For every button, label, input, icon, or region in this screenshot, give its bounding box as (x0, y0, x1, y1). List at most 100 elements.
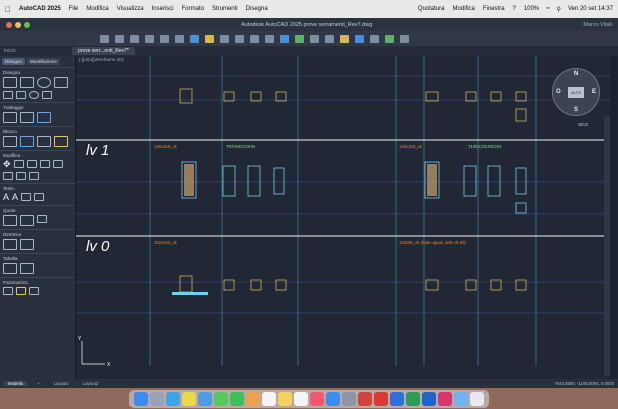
wcs-menu[interactable]: WCS (578, 122, 588, 127)
hatch-tool-icon[interactable] (42, 91, 52, 99)
menu-visualizza[interactable]: Visualizza (117, 6, 144, 12)
mail-icon[interactable] (198, 391, 212, 406)
section-header[interactable]: Parametrico (3, 280, 72, 285)
calendar-icon[interactable] (262, 391, 276, 406)
section-header[interactable]: Modifica (3, 153, 72, 158)
downloads-folder-icon[interactable] (454, 391, 468, 406)
match-properties-icon[interactable] (220, 34, 229, 43)
layer-isolate-icon[interactable] (235, 34, 244, 43)
search-icon[interactable]: ⚲ (557, 6, 561, 13)
menu-disegna[interactable]: Disegna (246, 6, 268, 12)
create-block-icon[interactable] (20, 136, 34, 147)
rotate-icon[interactable] (13, 160, 24, 168)
minimize-window-button[interactable] (15, 21, 21, 28)
lineweight-icon[interactable] (295, 34, 304, 43)
finder-icon[interactable] (134, 391, 148, 406)
photos-icon[interactable] (246, 391, 260, 406)
app-menu[interactable]: AutoCAD 2025 (19, 6, 61, 12)
view-icon[interactable] (385, 34, 394, 43)
aligned-dimension-icon[interactable] (20, 215, 34, 226)
boundary-icon[interactable] (37, 112, 51, 123)
mtext-icon[interactable]: A (3, 193, 9, 202)
layer-state-icon[interactable] (205, 34, 214, 43)
gradient-icon[interactable] (20, 112, 34, 123)
group-icon[interactable] (340, 34, 349, 43)
stretch-icon[interactable] (16, 172, 26, 180)
tab-layout1[interactable]: Layout1 (50, 381, 73, 386)
rectangle-icon[interactable] (54, 77, 68, 88)
close-window-button[interactable] (6, 21, 12, 28)
section-header[interactable]: Quote (3, 208, 72, 213)
mirror-icon[interactable] (52, 160, 63, 168)
dimensional-constraint-icon[interactable] (29, 287, 39, 295)
table-icon[interactable] (3, 263, 17, 274)
dimension-style-icon[interactable] (37, 215, 47, 223)
properties-icon[interactable] (400, 34, 409, 43)
view-cube[interactable]: N S E O ALTO (552, 68, 600, 116)
block-insert-icon[interactable] (325, 34, 334, 43)
save-icon[interactable] (130, 34, 139, 43)
menu-finestra[interactable]: Finestra (483, 6, 505, 12)
word-icon[interactable] (390, 391, 404, 406)
menu-quotatura[interactable]: Quotatura (418, 6, 445, 12)
section-header[interactable]: Direttrice (3, 232, 72, 237)
measure-icon[interactable] (355, 34, 364, 43)
attribute-icon[interactable] (54, 136, 68, 147)
autocad-icon[interactable] (358, 391, 372, 406)
leader-align-icon[interactable] (20, 239, 34, 250)
tab-home[interactable]: Inizio (0, 48, 72, 54)
spline-icon[interactable] (16, 91, 26, 99)
line-icon[interactable] (3, 77, 17, 88)
menu-inserisci[interactable]: Inserisci (152, 6, 174, 12)
tab-document[interactable]: prove serr...enti_Rev7* (72, 47, 135, 55)
wifi-icon[interactable]: ≈ (546, 6, 549, 12)
ellipse-icon[interactable] (29, 91, 39, 99)
compass-west[interactable]: O (556, 89, 561, 95)
section-header[interactable]: Blocco (3, 129, 72, 134)
side-panel-strip[interactable] (604, 116, 610, 376)
photoshop-icon[interactable] (422, 391, 436, 406)
edit-block-icon[interactable] (37, 136, 51, 147)
tab-modello[interactable]: Modello (4, 381, 28, 386)
menu-modifica[interactable]: Modifica (86, 6, 108, 12)
linetype-icon[interactable] (280, 34, 289, 43)
copy-icon[interactable] (39, 160, 50, 168)
launchpad-icon[interactable] (150, 391, 164, 406)
undo-icon[interactable] (160, 34, 169, 43)
music-icon[interactable] (310, 391, 324, 406)
arc-icon[interactable] (3, 91, 13, 99)
user-account[interactable]: Marco Vitali (583, 22, 612, 28)
section-header[interactable]: Tabella (3, 256, 72, 261)
circle-icon[interactable] (37, 77, 51, 88)
section-header[interactable]: Tratteggio (3, 105, 72, 110)
messages-icon[interactable] (214, 391, 228, 406)
tab-modellazione[interactable]: Modellazione (26, 58, 60, 65)
appstore-icon[interactable] (326, 391, 340, 406)
polyline-icon[interactable] (20, 77, 34, 88)
lock-constraint-icon[interactable] (16, 287, 26, 295)
drawing-canvas[interactable]: [-][Alto][Wireframe 2D] X Y lv 1 lv 0 14… (76, 56, 610, 379)
hatch-icon[interactable] (3, 112, 17, 123)
indesign-icon[interactable] (438, 391, 452, 406)
chrome-icon[interactable] (182, 391, 196, 406)
print-icon[interactable] (145, 34, 154, 43)
multileader-icon[interactable] (3, 239, 17, 250)
safari-icon[interactable] (166, 391, 180, 406)
menu-strumenti[interactable]: Strumenti (212, 6, 238, 12)
battery-status[interactable]: 100% (524, 6, 539, 12)
utilities-icon[interactable] (370, 34, 379, 43)
table-style-icon[interactable] (20, 263, 34, 274)
new-file-icon[interactable] (100, 34, 109, 43)
menu-modifica-2[interactable]: Modifica (453, 6, 475, 12)
tab-disegno[interactable]: Disegno (2, 58, 25, 65)
compass-north[interactable]: N (574, 71, 578, 77)
menu-formato[interactable]: Formato (182, 6, 204, 12)
view-cube-top-face[interactable]: ALTO (568, 86, 584, 98)
scale-icon[interactable] (29, 172, 39, 180)
apple-icon[interactable]:  (5, 5, 11, 14)
menu-file[interactable]: File (69, 6, 79, 12)
insert-block-icon[interactable] (3, 136, 17, 147)
layer-lock-icon[interactable] (265, 34, 274, 43)
compass-east[interactable]: E (592, 89, 596, 95)
move-icon[interactable]: ✥ (3, 160, 11, 169)
